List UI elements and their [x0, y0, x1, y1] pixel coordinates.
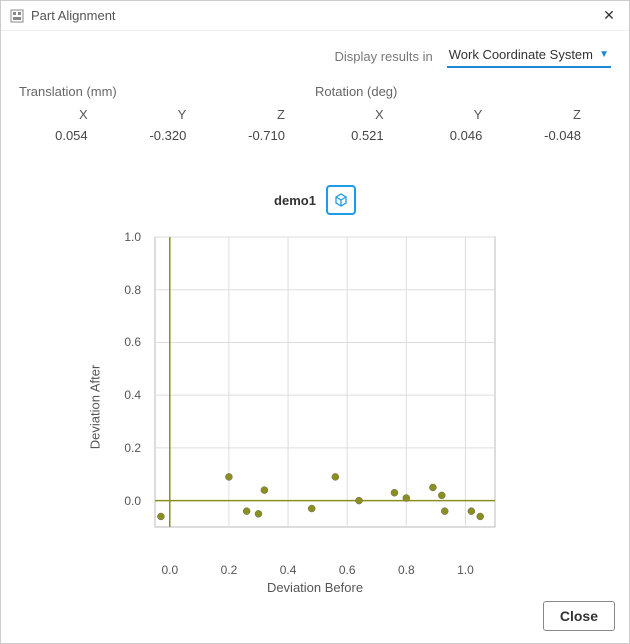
close-button[interactable]: Close [543, 601, 615, 631]
y-axis-label: Deviation After [88, 365, 103, 450]
translation-header: Translation (mm) [19, 84, 315, 101]
legend-label: demo1 [274, 193, 316, 208]
x-tick: 0.8 [398, 563, 415, 577]
cube-icon[interactable] [326, 185, 356, 215]
y-tick: 1.0 [105, 230, 141, 244]
coordinate-system-dropdown[interactable]: Work Coordinate System ▼ [447, 45, 611, 68]
x-tick: 0.2 [221, 563, 238, 577]
y-tick: 0.6 [105, 335, 141, 349]
close-icon[interactable]: ✕ [597, 7, 621, 24]
y-tick: 0.4 [105, 388, 141, 402]
x-tick: 1.0 [457, 563, 474, 577]
rotation-x-label: X [315, 107, 414, 122]
dropdown-selected: Work Coordinate System [449, 47, 593, 62]
y-tick: 0.0 [105, 494, 141, 508]
y-tick: 0.8 [105, 283, 141, 297]
x-tick: 0.6 [339, 563, 356, 577]
chart-legend: demo1 [1, 185, 629, 215]
results-grid: Translation (mm) Rotation (deg) X Y Z X … [1, 76, 629, 143]
app-icon [9, 8, 25, 24]
y-tick: 0.2 [105, 441, 141, 455]
rotation-y-value: 0.046 [414, 128, 513, 143]
dialog-footer: Close [543, 601, 615, 631]
translation-z-label: Z [216, 107, 315, 122]
translation-y-label: Y [118, 107, 217, 122]
display-results-row: Display results in Work Coordinate Syste… [1, 31, 629, 76]
x-tick: 0.4 [280, 563, 297, 577]
deviation-chart: Deviation After 0.00.20.40.60.81.0 0.00.… [105, 227, 525, 587]
x-tick: 0.0 [161, 563, 178, 577]
window-title: Part Alignment [31, 8, 597, 23]
translation-z-value: -0.710 [216, 128, 315, 143]
rotation-z-value: -0.048 [512, 128, 611, 143]
scatter-plot [145, 227, 515, 557]
translation-y-value: -0.320 [118, 128, 217, 143]
x-axis-label: Deviation Before [267, 580, 363, 595]
title-bar: Part Alignment ✕ [1, 1, 629, 31]
translation-x-value: 0.054 [19, 128, 118, 143]
chevron-down-icon: ▼ [599, 49, 609, 60]
rotation-z-label: Z [512, 107, 611, 122]
rotation-header: Rotation (deg) [315, 84, 611, 101]
rotation-x-value: 0.521 [315, 128, 414, 143]
rotation-y-label: Y [414, 107, 513, 122]
translation-x-label: X [19, 107, 118, 122]
display-results-label: Display results in [334, 49, 432, 64]
